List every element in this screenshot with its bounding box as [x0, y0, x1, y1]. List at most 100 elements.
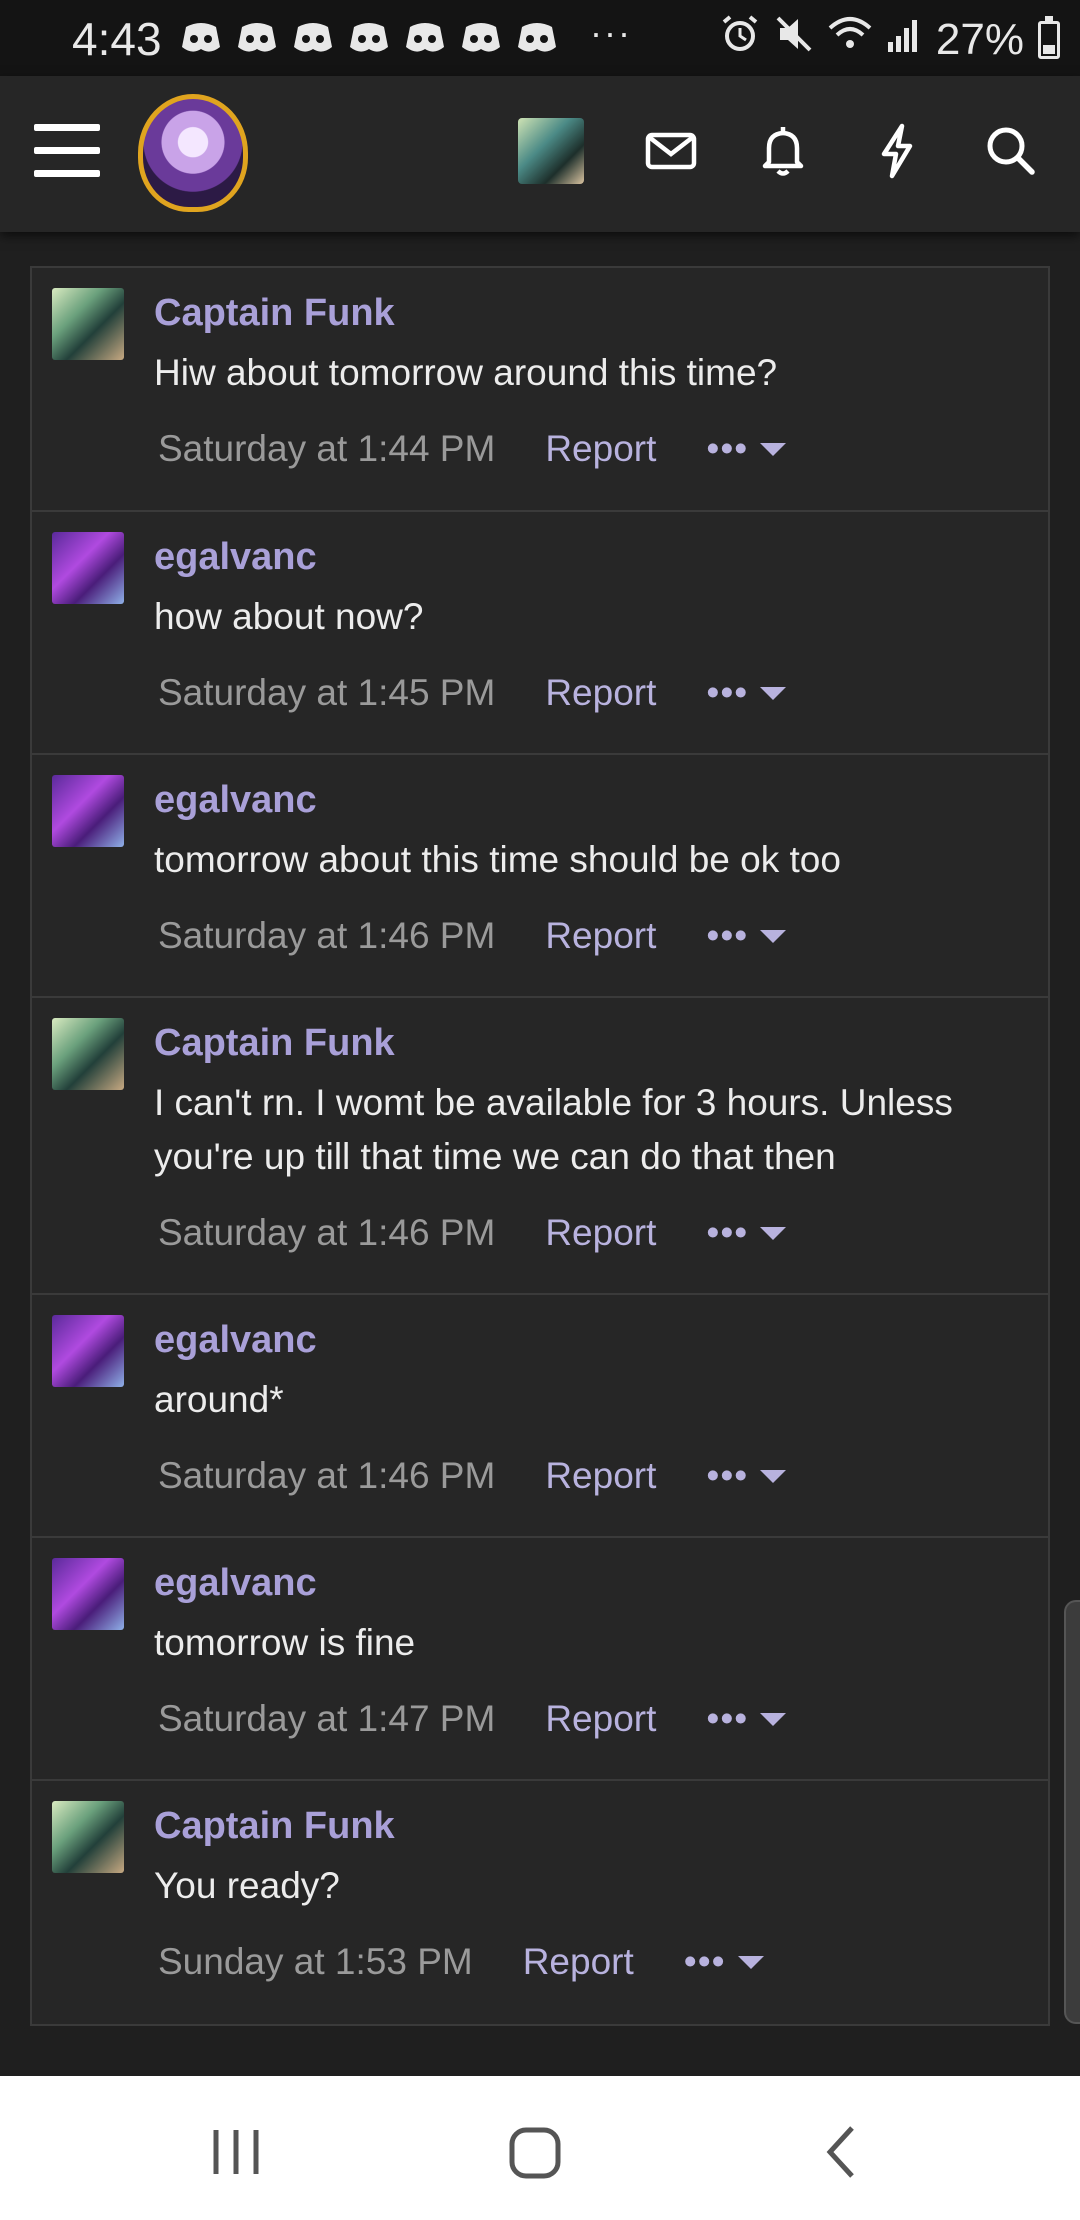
more-dots: ••• [706, 1455, 749, 1496]
message-meta: Saturday at 1:46 PM Report ••• [158, 1212, 787, 1254]
timestamp[interactable]: Saturday at 1:44 PM [158, 428, 495, 470]
search-icon[interactable] [976, 116, 1046, 186]
avatar[interactable] [52, 1315, 124, 1387]
message-item: egalvanc how about now? Saturday at 1:45… [32, 512, 1048, 755]
avatar[interactable] [52, 288, 124, 360]
report-link[interactable]: Report [545, 428, 656, 470]
more-options-button[interactable]: ••• [706, 915, 787, 957]
report-link[interactable]: Report [545, 1212, 656, 1254]
message-list: Captain Funk Hiw about tomorrow around t… [30, 266, 1050, 2026]
forum-logo[interactable] [138, 94, 248, 212]
more-options-button[interactable]: ••• [684, 1941, 764, 1983]
more-dots: ••• [706, 428, 749, 469]
app-bar [0, 76, 1080, 232]
more-dots: ••• [706, 1698, 749, 1739]
report-link[interactable]: Report [545, 1698, 656, 1740]
message-item: Captain Funk Hiw about tomorrow around t… [32, 268, 1048, 512]
more-options-button[interactable]: ••• [706, 1455, 787, 1497]
timestamp[interactable]: Saturday at 1:45 PM [158, 672, 495, 714]
more-options-button[interactable]: ••• [706, 672, 787, 714]
chevron-down-icon [760, 1712, 787, 1726]
more-notifications-indicator: ··· [590, 12, 632, 53]
more-options-button[interactable]: ••• [706, 1698, 787, 1740]
message-text: around* [154, 1379, 284, 1420]
report-link[interactable]: Report [523, 1941, 634, 1983]
message-item: Captain Funk You ready? Sunday at 1:53 P… [32, 1781, 1048, 2024]
avatar[interactable] [52, 532, 124, 604]
discord-icon [348, 18, 390, 56]
discord-icon [236, 18, 278, 56]
message-text: I can't rn. I womt be available for 3 ho… [154, 1082, 953, 1177]
report-link[interactable]: Report [545, 672, 656, 714]
username[interactable]: egalvanc [154, 536, 317, 579]
message-meta: Saturday at 1:45 PM Report ••• [158, 672, 787, 714]
status-bar: 4:43 ··· 27% [0, 0, 1080, 76]
chevron-down-icon [760, 1226, 787, 1240]
timestamp[interactable]: Saturday at 1:46 PM [158, 1455, 495, 1497]
home-icon[interactable] [506, 2122, 566, 2187]
message-text: how about now? [154, 596, 424, 637]
discord-icon [516, 18, 558, 56]
message-text: tomorrow is fine [154, 1622, 416, 1663]
username[interactable]: Captain Funk [154, 1805, 395, 1848]
wifi-icon [828, 14, 872, 65]
mail-icon[interactable] [636, 116, 706, 186]
message-text: Hiw about tomorrow around this time? [154, 352, 778, 393]
timestamp[interactable]: Saturday at 1:46 PM [158, 915, 495, 957]
chevron-down-icon [760, 686, 787, 700]
back-icon[interactable] [812, 2122, 872, 2187]
chevron-down-icon [760, 442, 787, 456]
menu-icon[interactable] [34, 124, 100, 180]
message-meta: Saturday at 1:44 PM Report ••• [158, 428, 787, 470]
discord-icon [292, 18, 334, 56]
recents-icon[interactable] [206, 2122, 266, 2187]
signal-icon [886, 14, 922, 65]
avatar[interactable] [52, 1558, 124, 1630]
message-meta: Saturday at 1:46 PM Report ••• [158, 915, 787, 957]
timestamp[interactable]: Saturday at 1:46 PM [158, 1212, 495, 1254]
avatar[interactable] [52, 775, 124, 847]
more-options-button[interactable]: ••• [706, 1212, 787, 1254]
message-meta: Saturday at 1:47 PM Report ••• [158, 1698, 787, 1740]
username[interactable]: egalvanc [154, 1319, 317, 1362]
status-time: 4:43 [72, 13, 162, 65]
discord-icon [460, 18, 502, 56]
message-meta: Saturday at 1:46 PM Report ••• [158, 1455, 787, 1497]
chevron-down-icon [737, 1955, 764, 1969]
system-nav-bar [0, 2076, 1080, 2220]
more-dots: ••• [706, 1212, 749, 1253]
username[interactable]: Captain Funk [154, 1022, 395, 1065]
status-right: 27% [720, 14, 1060, 65]
alarm-icon [720, 14, 760, 65]
message-item: egalvanc tomorrow about this time should… [32, 755, 1048, 998]
message-text: You ready? [154, 1865, 340, 1906]
scroll-handle[interactable] [1064, 1600, 1080, 2024]
message-item: Captain Funk I can't rn. I womt be avail… [32, 998, 1048, 1295]
username[interactable]: egalvanc [154, 1562, 317, 1605]
more-dots: ••• [683, 1941, 726, 1982]
message-text: tomorrow about this time should be ok to… [154, 839, 841, 880]
report-link[interactable]: Report [545, 1455, 656, 1497]
bolt-icon[interactable] [862, 116, 932, 186]
timestamp[interactable]: Saturday at 1:47 PM [158, 1698, 495, 1740]
discord-icon [404, 18, 446, 56]
more-dots: ••• [706, 672, 749, 713]
message-meta: Sunday at 1:53 PM Report ••• [158, 1941, 764, 1983]
chevron-down-icon [760, 1469, 787, 1483]
discord-icon [180, 18, 222, 56]
username[interactable]: Captain Funk [154, 292, 395, 335]
more-options-button[interactable]: ••• [706, 428, 787, 470]
avatar[interactable] [52, 1018, 124, 1090]
user-avatar[interactable] [518, 118, 584, 184]
more-dots: ••• [706, 915, 749, 956]
avatar[interactable] [52, 1801, 124, 1873]
battery-icon [1038, 15, 1060, 59]
report-link[interactable]: Report [545, 915, 656, 957]
message-item: egalvanc around* Saturday at 1:46 PM Rep… [32, 1295, 1048, 1538]
message-item: egalvanc tomorrow is fine Saturday at 1:… [32, 1538, 1048, 1781]
username[interactable]: egalvanc [154, 779, 317, 822]
bell-icon[interactable] [748, 116, 818, 186]
timestamp[interactable]: Sunday at 1:53 PM [158, 1941, 473, 1983]
chevron-down-icon [760, 929, 787, 943]
mute-icon [774, 14, 814, 65]
